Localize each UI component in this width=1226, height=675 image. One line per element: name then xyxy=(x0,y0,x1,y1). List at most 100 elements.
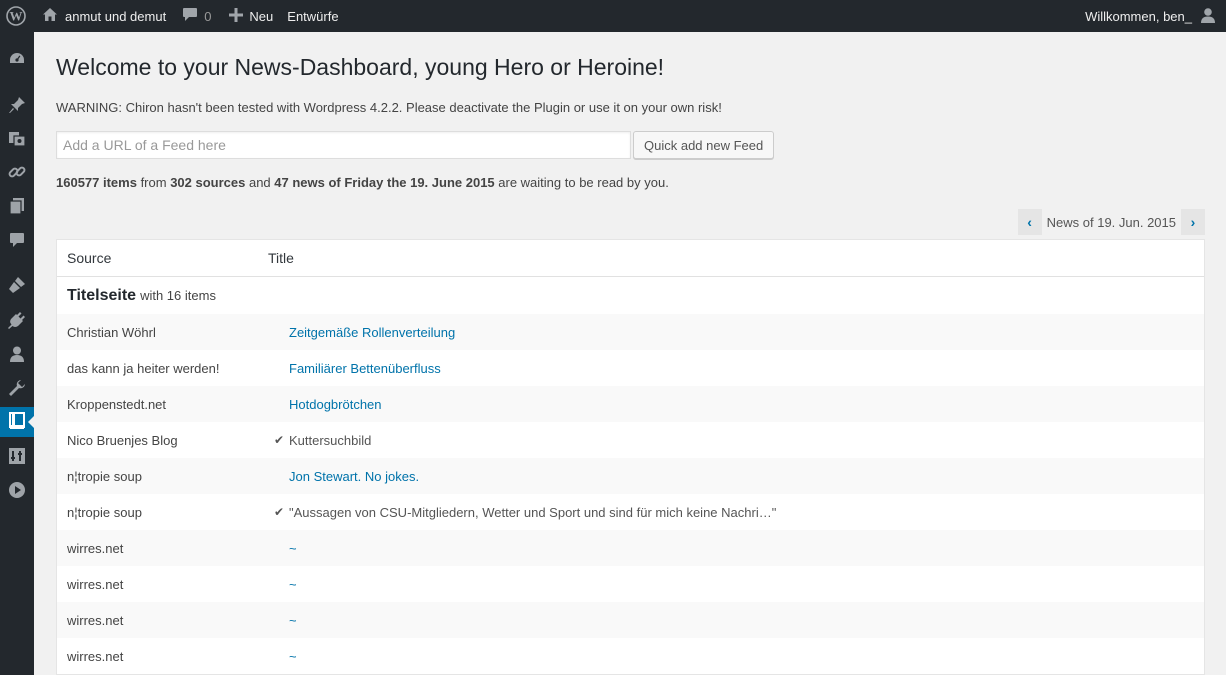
page-title: Welcome to your News-Dashboard, young He… xyxy=(56,54,665,80)
row-title-link[interactable]: Jon Stewart. No jokes. xyxy=(289,469,419,484)
quick-add-feed-button[interactable]: Quick add new Feed xyxy=(633,131,775,159)
row-title-link[interactable]: ~ xyxy=(289,577,297,592)
row-source: Nico Bruenjes Blog xyxy=(67,432,178,448)
menu-comments[interactable] xyxy=(0,226,34,256)
row-title-link[interactable]: Hotdogbrötchen xyxy=(289,397,382,412)
menu-settings[interactable] xyxy=(0,442,34,472)
column-header-title: Title xyxy=(268,250,294,266)
table-row: wirres.net ~ xyxy=(57,602,1204,638)
read-check-icon: ✔ xyxy=(274,505,285,519)
group-count: with 16 items xyxy=(140,288,216,303)
table-row: Christian Wöhrl Zeitgemäße Rollenverteilu… xyxy=(57,314,1204,350)
news-table: Source Title Titelseite with 16 items Ch… xyxy=(56,239,1205,675)
appearance-icon xyxy=(8,276,26,297)
menu-media-player[interactable] xyxy=(0,476,34,506)
chevron-right-icon: › xyxy=(1190,214,1196,230)
comments-icon xyxy=(8,231,26,252)
menu-dashboard[interactable] xyxy=(0,45,34,75)
wordpress-logo-icon[interactable]: W xyxy=(0,0,32,32)
plus-icon xyxy=(229,7,244,25)
comment-bubble-icon xyxy=(182,7,198,25)
stats-from: from xyxy=(136,175,171,190)
stats-line: 160577 items from 302 sources and 47 new… xyxy=(56,175,669,190)
row-source: Christian Wöhrl xyxy=(67,324,156,340)
tools-icon xyxy=(8,379,26,400)
menu-tools[interactable] xyxy=(0,374,34,404)
feed-url-input[interactable] xyxy=(56,131,631,159)
read-check-icon: ✔ xyxy=(274,433,285,447)
site-name: anmut und demut xyxy=(65,8,167,24)
row-title-link[interactable]: ~ xyxy=(289,649,297,664)
row-source: n¦tropie soup xyxy=(67,468,142,484)
settings-icon xyxy=(8,447,26,468)
chevron-left-icon: ‹ xyxy=(1027,214,1032,230)
comment-count: 0 xyxy=(204,8,212,24)
pin-icon xyxy=(8,96,26,117)
row-source: das kann ja heiter werden! xyxy=(67,360,220,376)
my-account[interactable]: Willkommen, ben_ xyxy=(1085,0,1216,32)
news-count: 47 news of Friday the 19. June 2015 xyxy=(274,175,495,190)
site-name-link[interactable]: anmut und demut xyxy=(42,0,166,32)
links-icon xyxy=(8,163,26,184)
menu-posts[interactable] xyxy=(0,91,34,121)
plugins-icon xyxy=(8,311,26,332)
drafts-link[interactable]: Entwürfe xyxy=(287,0,338,32)
row-title-link[interactable]: Familiärer Bettenüberfluss xyxy=(289,361,441,376)
svg-text:W: W xyxy=(10,9,23,24)
menu-plugins[interactable] xyxy=(0,306,34,336)
quick-add-form: Quick add new Feed xyxy=(56,131,775,159)
table-row: n¦tropie soup Jon Stewart. No jokes. xyxy=(57,458,1204,494)
sources-count: 302 sources xyxy=(170,175,246,190)
comments-link[interactable]: 0 xyxy=(182,0,211,32)
table-rows: Christian Wöhrl Zeitgemäße Rollenverteilu… xyxy=(57,314,1204,674)
compat-warning: WARNING: Chiron hasn't been tested with … xyxy=(56,100,722,115)
admin-bar: W anmut und demut 0 Neu Entwürfe Willkom… xyxy=(0,0,1226,32)
previous-day-button[interactable]: ‹ xyxy=(1017,209,1042,235)
stats-suffix: are waiting to be read by you. xyxy=(494,175,669,190)
table-row: Kroppenstedt.net Hotdogbrötchen xyxy=(57,386,1204,422)
table-row: n¦tropie soup ✔ "Aussagen von CSU-Mitglied… xyxy=(57,494,1204,530)
menu-users[interactable] xyxy=(0,340,34,370)
table-row: wirres.net ~ xyxy=(57,566,1204,602)
row-source: wirres.net xyxy=(67,648,124,664)
main-content: Welcome to your News-Dashboard, young He… xyxy=(34,32,1226,675)
row-source: n¦tropie soup xyxy=(67,504,142,520)
row-title: "Aussagen von CSU-Mitgliedern, Wetter un… xyxy=(289,504,777,520)
menu-news[interactable] xyxy=(0,407,34,437)
row-title-link[interactable]: ~ xyxy=(289,613,297,628)
users-icon xyxy=(8,345,26,366)
row-title-link[interactable]: ~ xyxy=(289,541,297,556)
new-label: Neu xyxy=(249,8,274,24)
news-icon xyxy=(8,411,26,433)
row-source: wirres.net xyxy=(67,576,124,592)
next-day-button[interactable]: › xyxy=(1181,209,1205,235)
menu-media[interactable] xyxy=(0,124,34,154)
admin-menu xyxy=(0,32,34,675)
play-icon xyxy=(8,481,26,502)
pages-icon xyxy=(8,197,26,218)
stats-and: and xyxy=(245,175,275,190)
drafts-label: Entwürfe xyxy=(287,8,339,24)
user-avatar-icon xyxy=(1200,7,1216,26)
new-content-link[interactable]: Neu xyxy=(229,0,273,32)
dashboard-icon xyxy=(8,50,26,71)
media-icon xyxy=(8,129,26,150)
menu-links[interactable] xyxy=(0,158,34,188)
date-pager: ‹ News of 19. Jun. 2015 › xyxy=(1017,209,1205,235)
group-header: Titelseite with 16 items xyxy=(57,277,1204,314)
table-header: Source Title xyxy=(57,240,1204,277)
table-row: wirres.net ~ xyxy=(57,638,1204,674)
row-title-link[interactable]: Zeitgemäße Rollenverteilung xyxy=(289,325,455,340)
menu-pages[interactable] xyxy=(0,192,34,222)
current-date-label: News of 19. Jun. 2015 xyxy=(1041,209,1181,235)
table-row: wirres.net ~ xyxy=(57,530,1204,566)
menu-appearance[interactable] xyxy=(0,271,34,301)
home-icon xyxy=(42,7,58,25)
admin-bar-left: W anmut und demut 0 Neu Entwürfe xyxy=(0,0,339,32)
table-row: das kann ja heiter werden! Familiärer Bet… xyxy=(57,350,1204,386)
row-source: wirres.net xyxy=(67,540,124,556)
row-source: wirres.net xyxy=(67,612,124,628)
greeting: Willkommen, ben_ xyxy=(1085,8,1192,24)
group-name: Titelseite xyxy=(67,286,137,304)
row-title: Kuttersuchbild xyxy=(289,432,372,448)
